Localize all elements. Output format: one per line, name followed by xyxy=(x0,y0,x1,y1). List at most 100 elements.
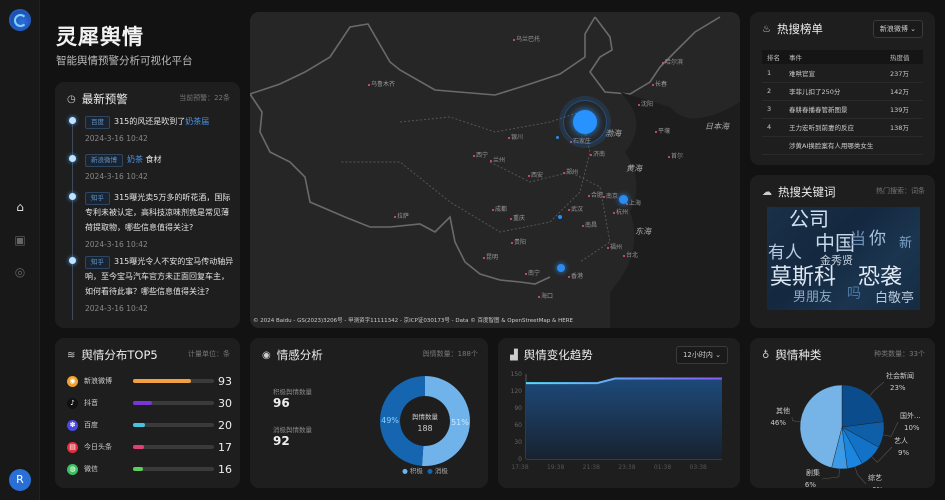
table-cell: 李菲儿扣了250分 xyxy=(784,82,885,101)
city-label: 南宁 xyxy=(525,268,540,277)
home-icon[interactable]: ⌂ xyxy=(12,199,28,215)
y-tick-label: 30 xyxy=(514,439,522,446)
pie-leader-line xyxy=(883,421,899,437)
alert-text: 百度 315的风还是吹到了奶茶届 xyxy=(85,114,235,129)
pie-name-label: 艺人 xyxy=(894,437,908,445)
platform-name: 百度 xyxy=(84,421,98,429)
map-card[interactable]: 乌兰巴托 乌鲁木齐 哈尔滨 长春 沈阳 石家庄 银川 西宁 兰州 济南 郑州 西安 合肥 南京 上海 杭州 武汉… xyxy=(250,12,740,328)
city-label: 拉萨 xyxy=(394,211,409,220)
hotspot-hongkong[interactable] xyxy=(557,264,565,272)
platform-row: ♪ 抖音 30 xyxy=(67,395,232,411)
progress-fill xyxy=(133,423,146,427)
table-row[interactable]: 涉黄AI换脸案有人用哪类女生 xyxy=(762,136,923,155)
x-tick-label: 21:38 xyxy=(583,464,600,471)
keyword-word[interactable]: 当 xyxy=(850,231,866,247)
baidu-icon: ✽ xyxy=(67,419,78,431)
platform-count: 17 xyxy=(218,440,232,454)
pie-percent-label: 6% xyxy=(805,481,816,488)
y-tick-label: 60 xyxy=(514,422,522,429)
app-logo[interactable] xyxy=(9,9,31,31)
keyword-word[interactable]: 恐袭 xyxy=(858,267,902,289)
categories-pie[interactable]: 社会新闻 23% 国外... 10% 艺人 9% 综艺 6% 剧集 6% 其他 46% xyxy=(750,363,935,488)
unit-label: 计量单位：条 xyxy=(188,350,230,358)
table-cell: 春耕春播春管新图景 xyxy=(784,100,885,119)
legend-positive[interactable]: 积极 xyxy=(410,467,423,475)
donut-center-label: 舆情数量 xyxy=(412,412,439,421)
toutiao-icon: ▤ xyxy=(67,441,78,453)
keyword-word[interactable]: 男朋友 xyxy=(793,291,832,304)
keyword-word[interactable]: 你 xyxy=(869,231,886,248)
categories-meta: 种类数量：33个 xyxy=(874,350,925,358)
keyword-word[interactable]: 莫斯科 xyxy=(770,267,836,289)
pie-leader-line xyxy=(791,416,801,423)
city-label: 济南 xyxy=(590,149,605,158)
keyword-word[interactable]: 新 xyxy=(899,237,912,250)
alert-item[interactable]: 知乎 315曝光卖5万多的听花酒，国际专利未被认定，高科技凉味剂竟是常见薄荷提取物… xyxy=(69,190,235,252)
platform-name: 今日头条 xyxy=(84,443,112,451)
sea-label: 渤海 xyxy=(605,129,621,138)
keyword-word[interactable]: 白敬亭 xyxy=(875,292,914,305)
donut-legend: ● 积极 ● 消极 xyxy=(402,467,448,475)
city-label: 海口 xyxy=(538,291,553,300)
platform-name: 新浪微博 xyxy=(84,377,112,385)
alert-item[interactable]: 新浪微博 奶茶 食材 2024-3-16 10:42 xyxy=(69,152,235,184)
pie-percent-label: 46% xyxy=(770,419,786,427)
trend-chart[interactable]: 0 30 60 90 120 150 17:38 19:38 21:38 23:38 01:38 03… xyxy=(498,366,740,486)
alert-text-main: 315的风还是吹到了 xyxy=(114,117,186,126)
table-row[interactable]: 2 李菲儿扣了250分 142万 xyxy=(762,82,923,101)
cloud-icon: ☁ xyxy=(762,186,772,198)
negative-label: 消极舆情数量 xyxy=(273,426,312,434)
city-label: 郑州 xyxy=(563,167,578,176)
x-tick-label: 03:38 xyxy=(690,464,707,471)
table-row[interactable]: 1 难哄官宣 237万 xyxy=(762,64,923,83)
source-select[interactable]: 新浪微博 ⌄ xyxy=(872,20,923,38)
clock-icon: ◷ xyxy=(67,93,76,105)
progress-track xyxy=(133,467,214,471)
table-cell: 涉黄AI换脸案有人用哪类女生 xyxy=(784,136,885,155)
keyword-word[interactable]: 公司 xyxy=(789,209,829,229)
city-label: 合肥 xyxy=(588,190,603,199)
hotspot-beijing[interactable] xyxy=(573,110,597,134)
pie-name-label: 国外... xyxy=(900,411,921,420)
alert-text: 知乎 315曝光令人不安的宝马传动轴异响，至今宝马汽车官方未正面回复车主，如何看待… xyxy=(85,254,235,299)
hot-list-table: 排名 事件 热度值 1 难哄官宣 237万 2 李菲儿扣了250分 142万 3 春耕春播春管新图景… xyxy=(762,50,923,155)
pie-percent-label: 23% xyxy=(890,384,906,392)
hotspot[interactable] xyxy=(558,215,562,219)
avatar[interactable]: R xyxy=(9,469,31,491)
pie-name-label: 社会新闻 xyxy=(886,371,914,380)
keyword-word[interactable]: 有人 xyxy=(768,245,802,262)
table-row[interactable]: 4 王力宏听到前妻的反应 138万 xyxy=(762,118,923,137)
top5-card: ≋ 舆情分布TOP5 计量单位：条 ◉ 新浪微博 93 ♪ 抖音 30 ✽ 百度 20 ▤ 今日头条 1… xyxy=(55,338,240,488)
positive-count: 96 xyxy=(273,396,290,410)
hotspot-shanghai[interactable] xyxy=(619,195,628,204)
y-tick-label: 150 xyxy=(511,371,523,378)
progress-fill xyxy=(133,401,152,405)
table-cell: 237万 xyxy=(885,64,923,83)
pie-slice-社会新闻[interactable] xyxy=(841,384,884,428)
city-label: 西宁 xyxy=(473,150,488,159)
timerange-select[interactable]: 12小时内 ⌄ xyxy=(675,346,728,364)
timeline-dot xyxy=(69,257,76,264)
timeline-dot xyxy=(69,117,76,124)
keyword-word[interactable]: 中国 xyxy=(815,233,855,253)
compass-icon[interactable]: ◎ xyxy=(12,264,28,280)
alert-item[interactable]: 百度 315的风还是吹到了奶茶届 2024-3-16 10:42 xyxy=(69,114,235,146)
hotspot[interactable] xyxy=(556,136,559,139)
column-header: 热度值 xyxy=(885,50,923,64)
alerts-card: ◷ 最新预警 当前预警：22条 百度 315的风还是吹到了奶茶届 2024-3-16 … xyxy=(55,82,240,328)
alert-text: 新浪微博 奶茶 食材 xyxy=(85,152,235,167)
table-cell: 4 xyxy=(762,118,784,137)
chevron-down-icon: ⌄ xyxy=(715,351,721,359)
city-label: 南昌 xyxy=(582,220,597,229)
keyword-word[interactable]: 吗 xyxy=(847,287,861,301)
table-cell: 1 xyxy=(762,64,784,83)
emotion-icon: ◉ xyxy=(262,349,271,361)
briefcase-icon[interactable]: ▣ xyxy=(12,232,28,248)
legend-negative[interactable]: 消极 xyxy=(435,467,448,475)
table-row[interactable]: 3 春耕春播春管新图景 139万 xyxy=(762,100,923,119)
alert-item[interactable]: 知乎 315曝光令人不安的宝马传动轴异响，至今宝马汽车官方未正面回复车主，如何看待… xyxy=(69,254,235,316)
platform-name: 抖音 xyxy=(84,399,98,407)
platform-count: 16 xyxy=(218,462,232,476)
donut-label: 51% xyxy=(451,418,469,427)
city-label: 南京 xyxy=(603,191,618,200)
